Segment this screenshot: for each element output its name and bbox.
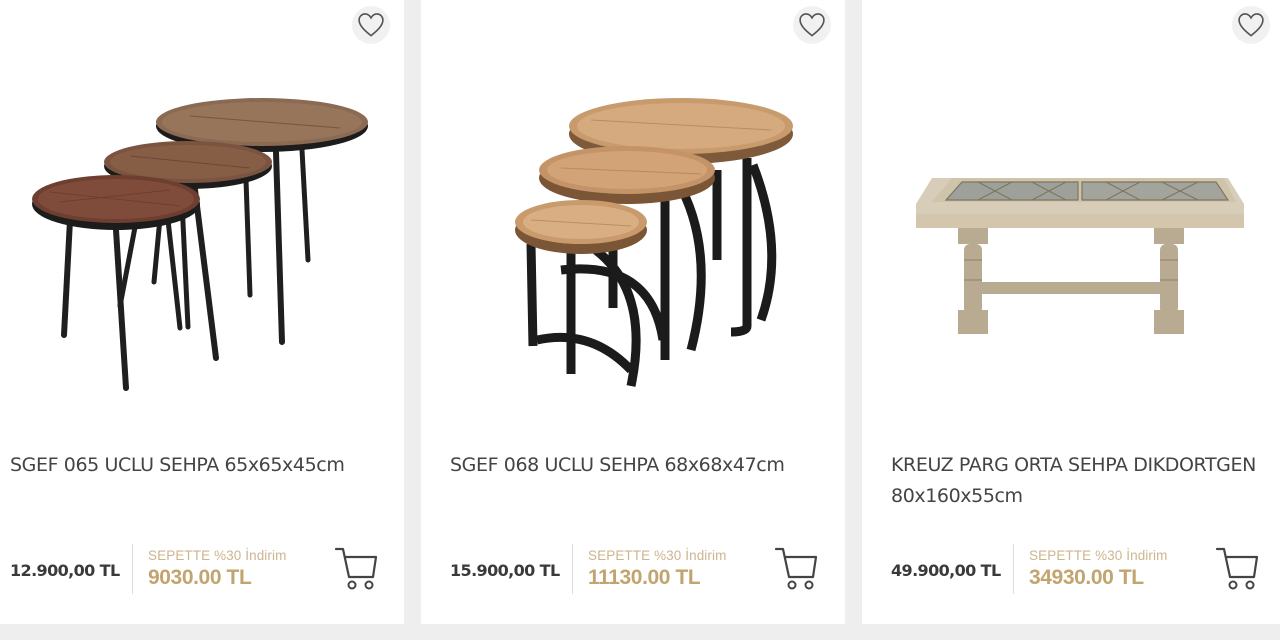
- product-image[interactable]: [20, 70, 384, 410]
- discounted-price: 34930.00 TL: [1029, 566, 1144, 589]
- cart-discount-label: SEPETTE %30 İndirim: [1029, 548, 1168, 563]
- product-title[interactable]: SGEF 068 UCLU SEHPA 68x68x47cm: [450, 450, 825, 481]
- cart-icon: [1215, 547, 1259, 590]
- add-to-cart-button[interactable]: [1215, 543, 1259, 593]
- product-title[interactable]: SGEF 065 UCLU SEHPA 65x65x45cm: [10, 450, 384, 481]
- add-to-favorites-button[interactable]: [793, 6, 831, 44]
- heart-icon: [358, 13, 384, 37]
- product-image[interactable]: [441, 70, 825, 410]
- old-price: 49.900,00 TL: [891, 561, 1001, 580]
- cart-icon: [334, 547, 378, 590]
- product-title[interactable]: KREUZ PARG ORTA SEHPA DIKDORTGEN 80x160x…: [891, 450, 1260, 512]
- heart-icon: [799, 13, 825, 37]
- price-divider: [132, 544, 133, 594]
- price-divider: [1013, 544, 1014, 594]
- product-card[interactable]: SGEF 065 UCLU SEHPA 65x65x45cm 12.900,00…: [0, 0, 404, 624]
- product-card[interactable]: KREUZ PARG ORTA SEHPA DIKDORTGEN 80x160x…: [862, 0, 1280, 624]
- add-to-cart-button[interactable]: [774, 543, 818, 593]
- product-card[interactable]: SGEF 068 UCLU SEHPA 68x68x47cm 15.900,00…: [421, 0, 845, 624]
- cart-icon: [774, 547, 818, 590]
- product-grid: SGEF 065 UCLU SEHPA 65x65x45cm 12.900,00…: [0, 0, 1280, 640]
- discounted-price: 11130.00 TL: [588, 566, 701, 589]
- discounted-price: 9030.00 TL: [148, 566, 252, 589]
- add-to-cart-button[interactable]: [334, 543, 378, 593]
- heart-icon: [1238, 13, 1264, 37]
- cart-discount-label: SEPETTE %30 İndirim: [148, 548, 287, 563]
- product-image[interactable]: [882, 70, 1260, 410]
- nesting-tables-image: [515, 98, 793, 387]
- old-price: 12.900,00 TL: [10, 561, 120, 580]
- nesting-tables-image: [32, 98, 368, 391]
- add-to-favorites-button[interactable]: [1232, 6, 1270, 44]
- old-price: 15.900,00 TL: [450, 561, 560, 580]
- cart-discount-label: SEPETTE %30 İndirim: [588, 548, 727, 563]
- price-divider: [572, 544, 573, 594]
- coffee-table-image: [916, 178, 1244, 334]
- add-to-favorites-button[interactable]: [352, 6, 390, 44]
